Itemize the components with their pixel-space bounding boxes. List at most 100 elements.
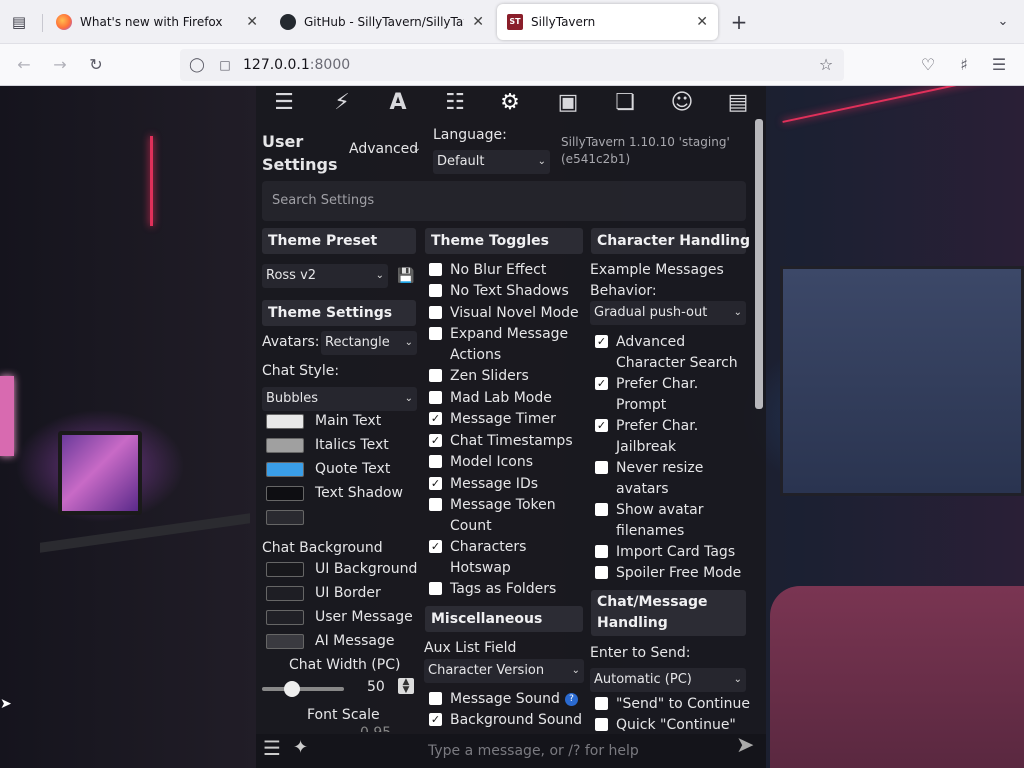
send-toggle-checkbox[interactable] (595, 718, 608, 731)
character-toggle-label: Spoiler Free Mode (616, 565, 742, 581)
smile-icon[interactable]: ☺ (667, 89, 697, 117)
image-icon[interactable]: ▣ (553, 89, 583, 117)
chat-width-value[interactable]: 50 (367, 678, 385, 696)
help-icon[interactable]: ? (565, 693, 578, 706)
chat-width-stepper[interactable]: ▲ ▼ (398, 678, 414, 695)
example-messages-select[interactable]: Gradual push-out ⌄ (590, 301, 746, 325)
forward-icon[interactable]: → (49, 54, 71, 76)
enter-to-send-value: Automatic (PC) (594, 672, 692, 687)
theme-toggle-checkbox[interactable]: ✓ (429, 412, 442, 425)
theme-toggle-label: Message IDs (450, 476, 539, 492)
chevron-down-icon[interactable]: ⌄ (993, 12, 1013, 32)
tab-title: SillyTavern (531, 15, 596, 29)
theme-toggle-checkbox[interactable]: ✓ (429, 540, 442, 553)
tab-github[interactable]: GitHub - SillyTavern/SillyTavern ✕ (270, 4, 494, 40)
theme-toggle-checkbox[interactable] (429, 498, 442, 511)
reload-icon[interactable]: ↻ (85, 54, 107, 76)
aux-list-field-select[interactable]: Character Version ⌄ (424, 659, 584, 683)
color-swatch[interactable] (266, 510, 304, 525)
sound-toggle-checkbox[interactable]: ✓ (429, 713, 442, 726)
color-swatch[interactable] (266, 438, 304, 453)
sound-toggle-checkbox[interactable] (429, 692, 442, 705)
theme-toggle-checkbox[interactable] (429, 391, 442, 404)
font-scale-value[interactable]: 0.95 (360, 726, 391, 732)
theme-toggle-checkbox[interactable]: ✓ (429, 434, 442, 447)
close-tab-icon[interactable]: ✕ (696, 14, 708, 30)
chat-style-select[interactable]: Bubbles ⌄ (262, 387, 417, 411)
theme-toggle-checkbox[interactable] (429, 327, 442, 340)
message-input[interactable]: Type a message, or /? for help (428, 742, 639, 760)
color-swatch[interactable] (266, 462, 304, 477)
close-tab-icon[interactable]: ✕ (246, 14, 258, 30)
sliders-icon[interactable]: ☰ (269, 89, 299, 117)
enter-to-send-select[interactable]: Automatic (PC) ⌄ (590, 668, 746, 692)
theme-toggle-checkbox[interactable] (429, 263, 442, 276)
tab-sillytavern[interactable]: ST SillyTavern ✕ (497, 4, 718, 40)
search-settings-input[interactable]: Search Settings (262, 181, 746, 221)
theme-toggle-checkbox[interactable] (429, 369, 442, 382)
magic-wand-icon[interactable]: ✦ (293, 739, 308, 757)
chevron-down-icon: ⌄ (537, 156, 546, 167)
font-icon[interactable]: A (383, 89, 413, 117)
scrollbar[interactable] (755, 119, 763, 409)
color-swatch[interactable] (266, 486, 304, 501)
send-icon[interactable]: ➤ (736, 735, 754, 757)
tab-firefox[interactable]: What's new with Firefox ✕ (46, 4, 268, 40)
character-toggle-checkbox[interactable]: ✓ (595, 335, 608, 348)
id-card-icon[interactable]: ▤ (723, 89, 753, 117)
pocket-icon[interactable]: ♡ (917, 54, 939, 76)
theme-toggle-checkbox[interactable] (429, 284, 442, 297)
url-text[interactable]: 127.0.0.1:8000 (243, 57, 350, 73)
theme-preset-select[interactable]: Ross v2 ⌄ (262, 264, 388, 288)
new-tab-icon[interactable]: + (729, 12, 749, 32)
character-toggle-label: Show avatar (616, 502, 704, 518)
bg-color-swatch[interactable] (266, 586, 304, 601)
character-toggle-checkbox[interactable] (595, 461, 608, 474)
chat-style-value: Bubbles (266, 391, 319, 406)
avatars-select[interactable]: Rectangle ⌄ (321, 331, 417, 355)
cubes-icon[interactable]: ❏ (610, 89, 640, 117)
character-toggle-label-2: filenames (616, 523, 685, 539)
color-swatch[interactable] (266, 414, 304, 429)
tab-list-icon[interactable]: ▤ (9, 12, 29, 32)
character-toggle-label-2: Character Search (616, 355, 738, 371)
url-bar[interactable]: ◯ □ 127.0.0.1:8000 ☆ (180, 49, 844, 81)
close-tab-icon[interactable]: ✕ (472, 14, 484, 30)
send-toggle-label: Quick "Continue" (616, 717, 736, 733)
save-icon[interactable]: 💾 (397, 267, 414, 285)
plug-icon[interactable]: ⚡ (327, 89, 357, 117)
character-toggle-checkbox[interactable]: ✓ (595, 419, 608, 432)
character-toggle-checkbox[interactable]: ✓ (595, 377, 608, 390)
tab-title: What's new with Firefox (80, 15, 223, 29)
send-toggle-checkbox[interactable] (595, 697, 608, 710)
chat-background-label: Chat Background (262, 540, 383, 556)
shield-icon[interactable]: ◯ (186, 54, 208, 76)
extensions-icon[interactable]: ♯ (953, 54, 975, 76)
character-toggle-checkbox[interactable] (595, 545, 608, 558)
bg-color-swatch[interactable] (266, 562, 304, 577)
theme-toggle-checkbox[interactable] (429, 455, 442, 468)
language-select[interactable]: Default ⌄ (433, 150, 550, 174)
book-globe-icon[interactable]: ☷ (440, 89, 470, 117)
character-toggle-checkbox[interactable] (595, 566, 608, 579)
sound-toggle-label: Message Sound (450, 691, 560, 707)
theme-toggle-checkbox[interactable]: ✓ (429, 477, 442, 490)
chat-message-handling-header: Chat/Message Handling (591, 590, 746, 636)
bookmark-star-icon[interactable]: ☆ (815, 54, 837, 76)
theme-toggle-checkbox[interactable] (429, 582, 442, 595)
menu-icon[interactable]: ☰ (988, 54, 1010, 76)
url-port: :8000 (309, 57, 351, 73)
aux-list-field-value: Character Version (428, 663, 545, 678)
options-menu-icon[interactable]: ☰ (263, 738, 281, 758)
bg-color-swatch[interactable] (266, 610, 304, 625)
chat-width-slider[interactable] (262, 687, 344, 691)
background-neon (150, 136, 153, 226)
mode-select[interactable]: Advanced ⌄ (345, 137, 425, 161)
bg-color-label: UI Border (315, 585, 381, 601)
chat-width-slider-handle[interactable] (284, 681, 300, 697)
theme-toggle-checkbox[interactable] (429, 306, 442, 319)
user-gear-icon[interactable]: ⚙ (495, 89, 525, 117)
back-icon[interactable]: ← (13, 54, 35, 76)
character-toggle-checkbox[interactable] (595, 503, 608, 516)
bg-color-swatch[interactable] (266, 634, 304, 649)
